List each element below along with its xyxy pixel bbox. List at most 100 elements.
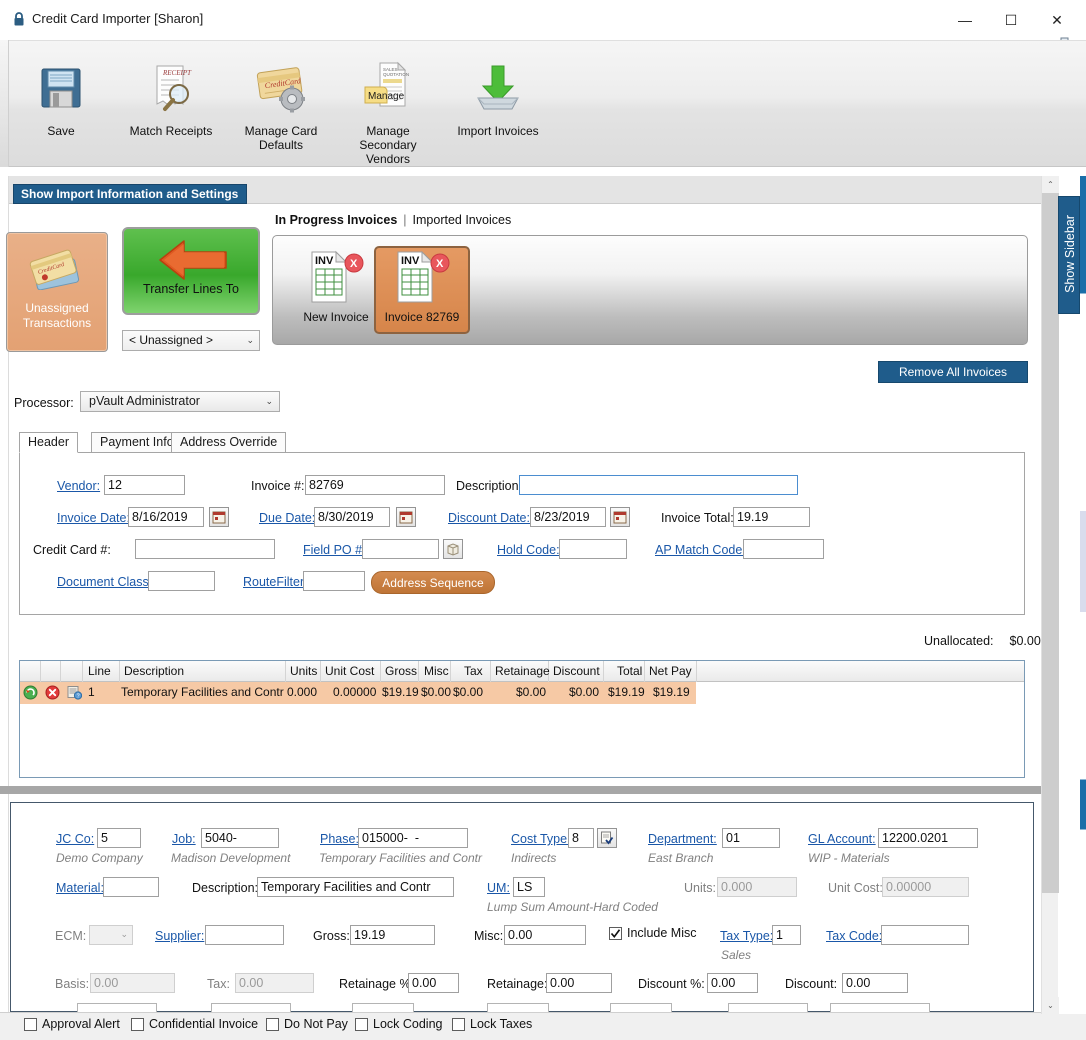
field-po-label[interactable]: Field PO #: <box>303 543 366 557</box>
remove-all-invoices-button[interactable]: Remove All Invoices <box>878 361 1028 383</box>
job-input[interactable] <box>201 828 279 848</box>
checkbox-confidential-invoice[interactable]: Confidential Invoice <box>131 1017 258 1031</box>
ap-match-code-label[interactable]: AP Match Code: <box>655 543 746 557</box>
discount-date-label[interactable]: Discount Date: <box>448 511 530 525</box>
address-sequence-button[interactable]: Address Sequence <box>371 571 495 594</box>
import-invoices-button[interactable]: Import Invoices <box>443 56 553 156</box>
grid-col-description[interactable]: Description <box>124 664 184 678</box>
hold-code-input[interactable] <box>559 539 627 559</box>
grid-col-discount[interactable]: Discount <box>553 664 600 678</box>
maximize-button[interactable]: ☐ <box>988 0 1034 40</box>
due-date-input[interactable] <box>314 507 390 527</box>
jc-co-input[interactable] <box>97 828 141 848</box>
tax-code-input[interactable] <box>881 925 969 945</box>
department-label[interactable]: Department: <box>648 832 717 846</box>
tab-address-override[interactable]: Address Override <box>171 432 287 453</box>
tax-type-input[interactable] <box>772 925 801 945</box>
grid-col-total[interactable]: Total <box>617 664 642 678</box>
invoice-card-82769[interactable]: INV X Invoice 82769 <box>374 246 470 334</box>
gl-account-input[interactable] <box>878 828 978 848</box>
unassigned-transactions-button[interactable]: CreditCard Unassigned Transactions <box>6 232 108 352</box>
detail-description-input[interactable] <box>257 877 454 897</box>
jc-co-label[interactable]: JC Co: <box>56 832 94 846</box>
field-po-lookup-icon[interactable] <box>443 539 463 559</box>
minimize-button[interactable]: — <box>942 0 988 40</box>
checkbox-lock-taxes[interactable]: Lock Taxes <box>452 1017 532 1031</box>
table-row[interactable]: ? 1 Temporary Facilities and Contr 0.000… <box>20 682 696 704</box>
material-label[interactable]: Material: <box>56 881 104 895</box>
tab-in-progress-invoices[interactable]: In Progress Invoices <box>275 213 397 227</box>
invoice-card-new[interactable]: INV X New Invoice <box>291 250 381 330</box>
supplier-label[interactable]: Supplier: <box>155 929 204 943</box>
tax-code-label[interactable]: Tax Code: <box>826 929 882 943</box>
retainage-pct-input[interactable] <box>408 973 459 993</box>
tab-imported-invoices[interactable]: Imported Invoices <box>413 213 512 227</box>
match-receipts-button[interactable]: RECEIPT Match Receipts <box>116 56 226 156</box>
invoice-date-input[interactable] <box>128 507 204 527</box>
scrollbar-thumb[interactable] <box>1042 193 1059 893</box>
checkbox-approval-alert[interactable]: Approval Alert <box>24 1017 120 1031</box>
description-input[interactable] <box>519 475 798 495</box>
cost-type-lookup-icon[interactable] <box>597 828 617 848</box>
info-icon[interactable]: ? <box>67 685 83 700</box>
invoice-number-input[interactable] <box>305 475 445 495</box>
material-input[interactable] <box>103 877 159 897</box>
scroll-down-button[interactable]: ⌄ <box>1042 997 1059 1014</box>
invoice-date-calendar-icon[interactable] <box>209 507 229 527</box>
grid-col-tax[interactable]: Tax <box>464 664 483 678</box>
field-po-input[interactable] <box>362 539 439 559</box>
scroll-up-button[interactable]: ⌃ <box>1042 176 1059 193</box>
show-sidebar-button[interactable]: Show Sidebar <box>1058 196 1080 314</box>
vendor-label[interactable]: Vendor: <box>57 479 100 493</box>
discount-date-input[interactable] <box>530 507 606 527</box>
grid-col-gross[interactable]: Gross <box>385 664 417 678</box>
route-filter-input[interactable] <box>303 571 365 591</box>
tax-type-label[interactable]: Tax Type: <box>720 929 773 943</box>
department-input[interactable] <box>722 828 780 848</box>
gl-account-label[interactable]: GL Account: <box>808 832 876 846</box>
grid-col-unit-cost[interactable]: Unit Cost <box>325 664 374 678</box>
tab-header[interactable]: Header <box>19 432 78 453</box>
delete-icon[interactable] <box>45 685 60 700</box>
um-label[interactable]: UM: <box>487 881 510 895</box>
grid-col-line[interactable]: Line <box>88 664 111 678</box>
include-misc-checkbox[interactable]: Include Misc <box>609 926 696 940</box>
grid-col-units[interactable]: Units <box>290 664 317 678</box>
ap-match-code-input[interactable] <box>743 539 824 559</box>
due-date-calendar-icon[interactable] <box>396 507 416 527</box>
unassigned-dropdown[interactable]: < Unassigned > ⌄ <box>122 330 260 351</box>
cost-type-label[interactable]: Cost Type: <box>511 832 571 846</box>
show-import-settings-button[interactable]: Show Import Information and Settings <box>13 184 248 204</box>
job-label[interactable]: Job: <box>172 832 196 846</box>
discount-pct-input[interactable] <box>707 973 758 993</box>
vendor-input[interactable] <box>104 475 185 495</box>
detail-discount-input[interactable] <box>842 973 908 993</box>
detail-misc-input[interactable] <box>504 925 586 945</box>
grid-col-retainage[interactable]: Retainage <box>495 664 550 678</box>
invoice-total-input[interactable] <box>733 507 810 527</box>
manage-card-defaults-button[interactable]: CreditCard Manage Card Defaults <box>226 56 336 156</box>
tab-payment-info[interactable]: Payment Info <box>91 432 183 453</box>
checkbox-do-not-pay[interactable]: Do Not Pay <box>266 1017 348 1031</box>
document-class-label[interactable]: Document Class: <box>57 575 152 589</box>
invoice-date-label[interactable]: Invoice Date: <box>57 511 130 525</box>
hold-code-label[interactable]: Hold Code: <box>497 543 560 557</box>
checkbox-lock-coding[interactable]: Lock Coding <box>355 1017 443 1031</box>
document-class-input[interactable] <box>148 571 215 591</box>
close-button[interactable]: ✕ <box>1034 0 1080 40</box>
detail-gross-input[interactable] <box>350 925 435 945</box>
secondary-vendors-button[interactable]: SALES QUOTATION Manage Manage Secondary … <box>333 56 443 166</box>
save-button[interactable]: Save <box>6 56 116 156</box>
credit-card-input[interactable] <box>135 539 275 559</box>
detail-retainage-input[interactable] <box>546 973 612 993</box>
phase-label[interactable]: Phase: <box>320 832 359 846</box>
route-filter-label[interactable]: RouteFilter: <box>243 575 308 589</box>
cost-type-input[interactable] <box>568 828 594 848</box>
grid-col-misc[interactable]: Misc <box>424 664 449 678</box>
processor-dropdown[interactable]: pVault Administrator ⌄ <box>80 391 280 412</box>
vertical-scrollbar[interactable]: ⌃ ⌄ <box>1041 176 1059 1014</box>
um-input[interactable] <box>513 877 545 897</box>
due-date-label[interactable]: Due Date: <box>259 511 315 525</box>
phase-input[interactable] <box>358 828 468 848</box>
refresh-icon[interactable] <box>23 685 38 700</box>
